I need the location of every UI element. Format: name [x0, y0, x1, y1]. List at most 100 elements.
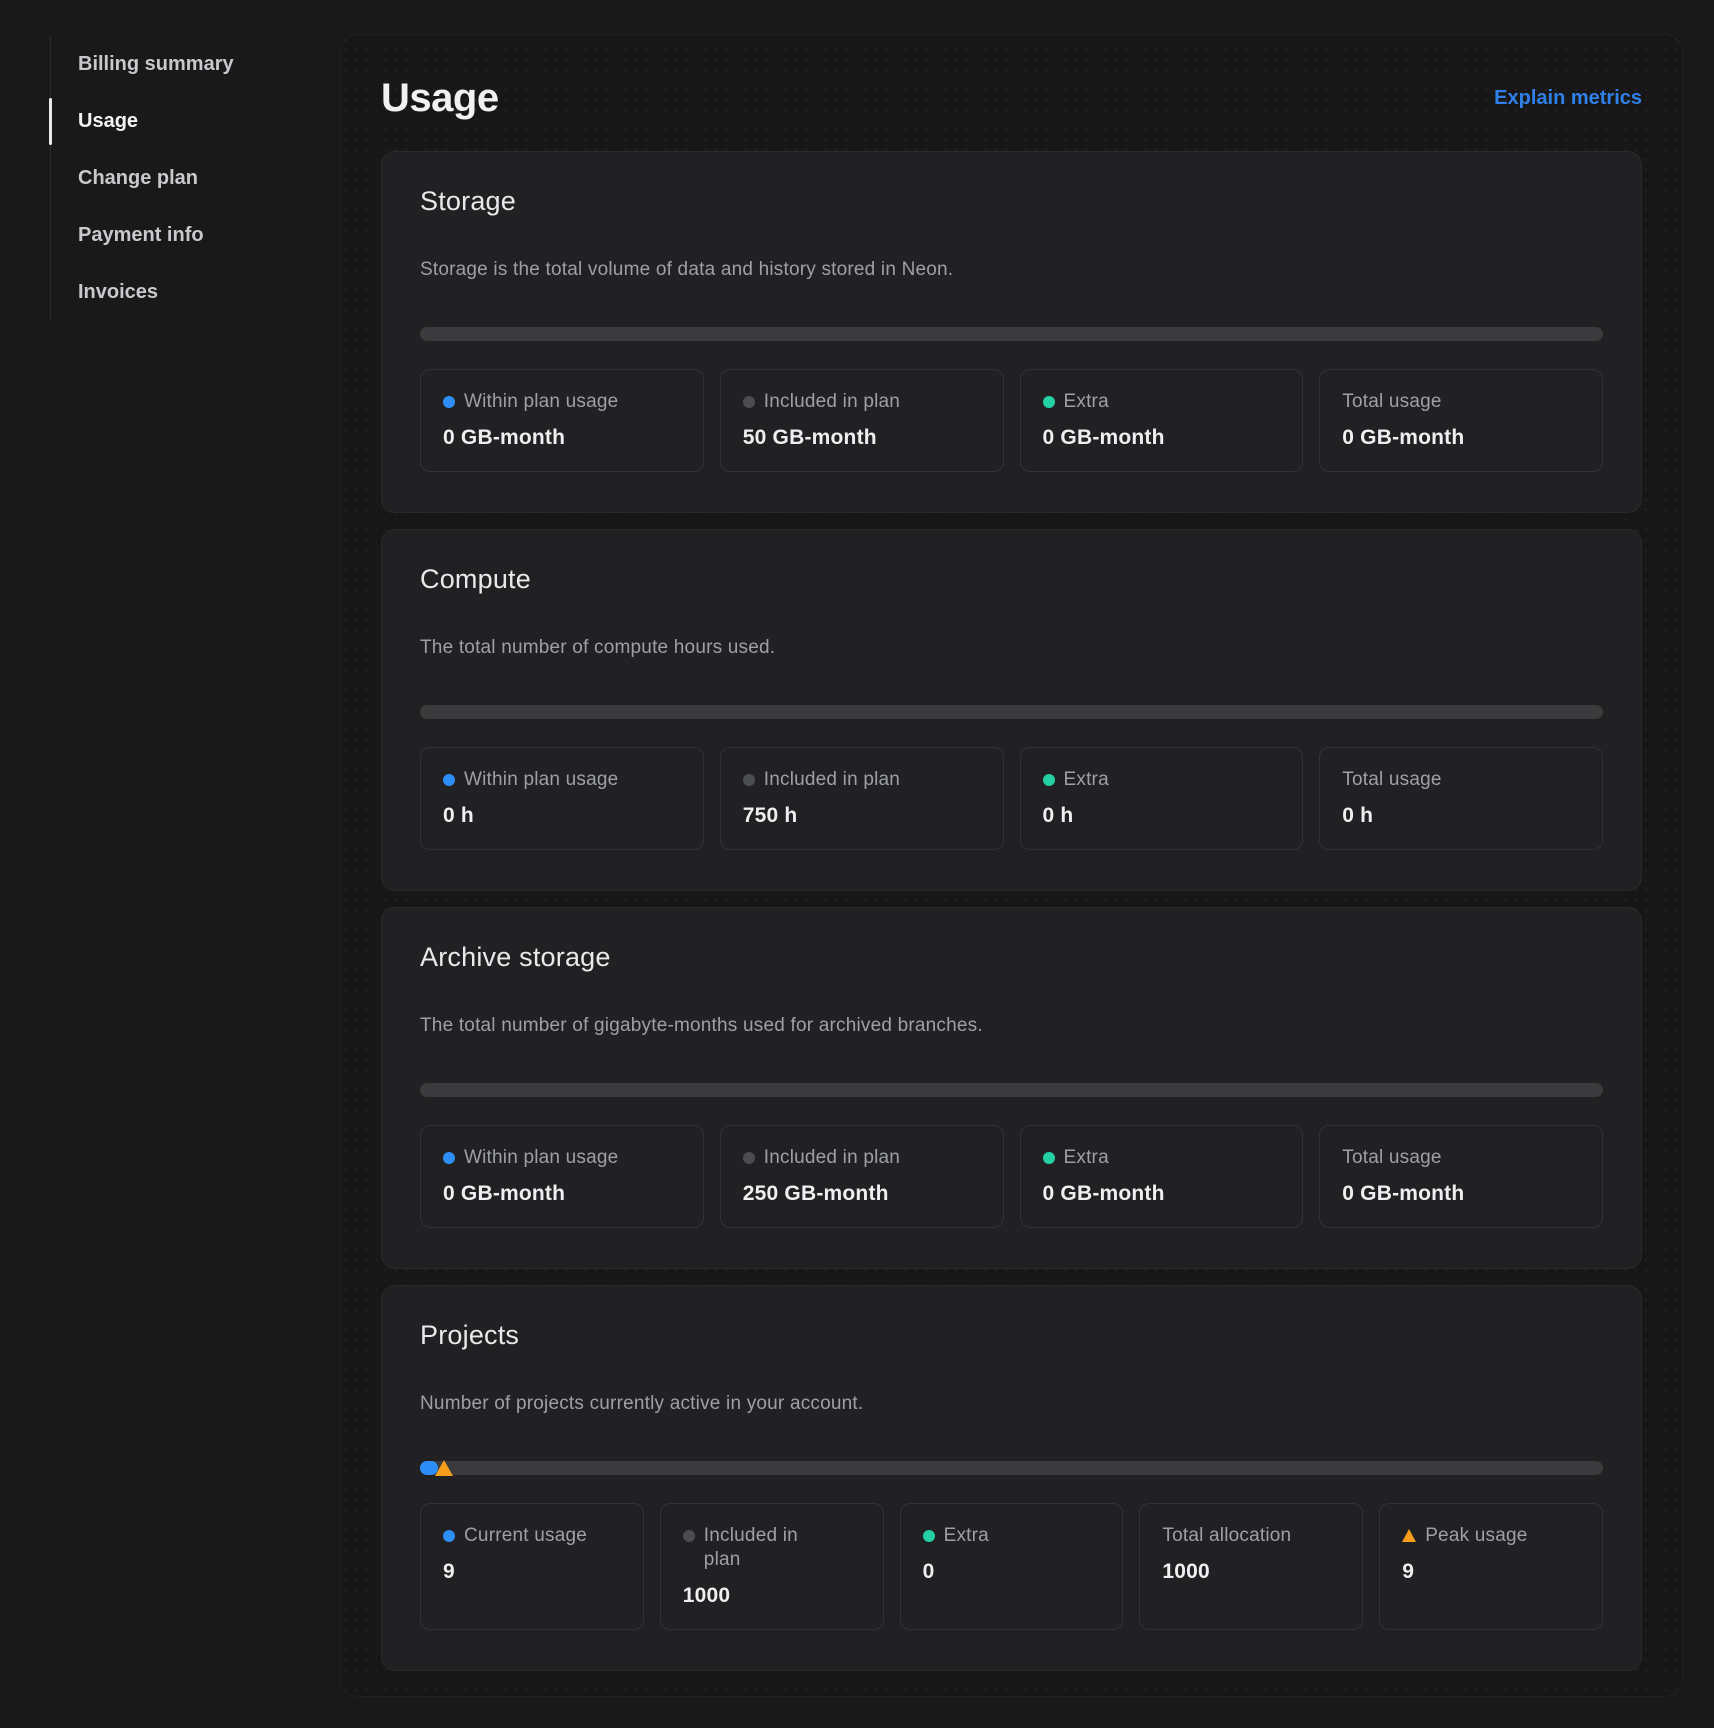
card-description: The total number of gigabyte-months used… — [420, 1015, 1603, 1037]
stats-row: Within plan usage 0 GB-month Included in p… — [420, 1125, 1603, 1228]
stat-box-total-usage: Total usage 0 GB-month — [1319, 1125, 1603, 1228]
usage-card-storage: Storage Storage is the total volume of d… — [381, 151, 1642, 513]
stat-value: 0 GB-month — [1043, 425, 1281, 451]
stat-label: Included in plan — [704, 1524, 798, 1572]
stat-value: 0 GB-month — [1043, 1181, 1281, 1207]
stat-label-row: Extra — [1043, 1146, 1281, 1170]
gray-dot-icon — [683, 1530, 695, 1542]
usage-panel: Usage Explain metrics Storage Storage is… — [340, 34, 1683, 1697]
stat-label: Total usage — [1342, 390, 1441, 414]
green-dot-icon — [1043, 1152, 1055, 1164]
stats-row: Within plan usage 0 GB-month Included in p… — [420, 369, 1603, 472]
usage-progress-track — [420, 1083, 1603, 1097]
stat-value: 50 GB-month — [743, 425, 981, 451]
stat-box-included-in-plan: Included in plan 250 GB-month — [720, 1125, 1004, 1228]
blue-dot-icon — [443, 1530, 455, 1542]
stat-label-row: Included in plan — [743, 1146, 981, 1170]
sidebar-item-invoices[interactable]: Invoices — [51, 264, 303, 321]
stat-label-row: Peak usage — [1402, 1524, 1580, 1548]
billing-nav: Billing summaryUsageChange planPayment i… — [50, 36, 303, 321]
stat-value: 0 GB-month — [443, 1181, 681, 1207]
usage-card-archive-storage: Archive storage The total number of giga… — [381, 907, 1642, 1269]
stat-box-extra: Extra 0 GB-month — [1020, 1125, 1304, 1228]
usage-progress-track — [420, 1461, 1603, 1475]
gray-dot-icon — [743, 774, 755, 786]
stat-box-within-plan-usage: Within plan usage 0 GB-month — [420, 369, 704, 472]
green-dot-icon — [1043, 774, 1055, 786]
stat-label: Extra — [944, 1524, 989, 1548]
stat-value: 0 GB-month — [1342, 1181, 1580, 1207]
sidebar-item-billing-summary[interactable]: Billing summary — [51, 36, 303, 93]
stat-value: 1000 — [1162, 1559, 1340, 1585]
card-title: Compute — [420, 564, 1603, 595]
stat-box-total-allocation: Total allocation 1000 — [1139, 1503, 1363, 1630]
stat-box-current-usage: Current usage 9 — [420, 1503, 644, 1630]
stat-value: 0 h — [443, 803, 681, 829]
stat-label: Peak usage — [1425, 1524, 1527, 1548]
stat-label-row: Within plan usage — [443, 390, 681, 414]
stat-box-within-plan-usage: Within plan usage 0 h — [420, 747, 704, 850]
stat-box-total-usage: Total usage 0 h — [1319, 747, 1603, 850]
card-title: Storage — [420, 186, 1603, 217]
stat-box-peak-usage: Peak usage 9 — [1379, 1503, 1603, 1630]
stat-value: 750 h — [743, 803, 981, 829]
stat-box-included-in-plan: Included in plan 750 h — [720, 747, 1004, 850]
blue-dot-icon — [443, 1152, 455, 1164]
stat-label: Current usage — [464, 1524, 587, 1548]
stat-value: 9 — [1402, 1559, 1580, 1585]
stat-value: 0 h — [1342, 803, 1580, 829]
stat-box-included-in-plan: Included in plan 50 GB-month — [720, 369, 1004, 472]
stat-box-included-in-plan: Included in plan 1000 — [660, 1503, 884, 1630]
stat-label-row: Total allocation — [1162, 1524, 1340, 1548]
stat-label: Within plan usage — [464, 768, 618, 792]
stat-value: 9 — [443, 1559, 621, 1585]
stat-label: Extra — [1064, 1146, 1109, 1170]
stats-row: Within plan usage 0 h Included in plan 750 … — [420, 747, 1603, 850]
usage-card-projects: Projects Number of projects currently ac… — [381, 1285, 1642, 1671]
stat-label-row: Extra — [1043, 768, 1281, 792]
green-dot-icon — [1043, 396, 1055, 408]
page-title: Usage — [381, 75, 499, 121]
stat-label-row: Total usage — [1342, 390, 1580, 414]
stat-label-row: Total usage — [1342, 1146, 1580, 1170]
peak-marker-icon — [435, 1460, 453, 1476]
stat-label: Included in plan — [764, 1146, 900, 1170]
stat-label: Extra — [1064, 768, 1109, 792]
stat-value: 250 GB-month — [743, 1181, 981, 1207]
stat-label: Total usage — [1342, 768, 1441, 792]
gray-dot-icon — [743, 1152, 755, 1164]
usage-card-compute: Compute The total number of compute hour… — [381, 529, 1642, 891]
stat-label: Included in plan — [764, 768, 900, 792]
stat-label-row: Total usage — [1342, 768, 1580, 792]
gray-dot-icon — [743, 396, 755, 408]
stat-label: Within plan usage — [464, 1146, 618, 1170]
usage-progress-track — [420, 705, 1603, 719]
stat-value: 0 GB-month — [443, 425, 681, 451]
sidebar-item-usage[interactable]: Usage — [51, 93, 303, 150]
stat-label: Extra — [1064, 390, 1109, 414]
explain-metrics-link[interactable]: Explain metrics — [1494, 87, 1642, 110]
stat-label-row: Within plan usage — [443, 768, 681, 792]
card-description: The total number of compute hours used. — [420, 637, 1603, 659]
stat-label-row: Included in plan — [743, 390, 981, 414]
stat-label: Within plan usage — [464, 390, 618, 414]
stat-value: 0 h — [1043, 803, 1281, 829]
card-description: Number of projects currently active in y… — [420, 1393, 1603, 1415]
stat-value: 0 GB-month — [1342, 425, 1580, 451]
stat-label: Included in plan — [764, 390, 900, 414]
stat-label-row: Extra — [923, 1524, 1101, 1548]
stat-label-row: Within plan usage — [443, 1146, 681, 1170]
sidebar-item-payment-info[interactable]: Payment info — [51, 207, 303, 264]
stat-label: Total usage — [1342, 1146, 1441, 1170]
sidebar-item-change-plan[interactable]: Change plan — [51, 150, 303, 207]
orange-triangle-icon — [1402, 1529, 1416, 1542]
stat-label-row: Extra — [1043, 390, 1281, 414]
usage-progress-track — [420, 327, 1603, 341]
stat-box-extra: Extra0 — [900, 1503, 1124, 1630]
stats-row: Current usage 9 Included in plan 1000 Extra0… — [420, 1503, 1603, 1630]
card-title: Archive storage — [420, 942, 1603, 973]
card-description: Storage is the total volume of data and … — [420, 259, 1603, 281]
stat-label-row: Included in plan — [743, 768, 981, 792]
stat-value: 1000 — [683, 1583, 861, 1609]
stat-box-extra: Extra 0 GB-month — [1020, 369, 1304, 472]
